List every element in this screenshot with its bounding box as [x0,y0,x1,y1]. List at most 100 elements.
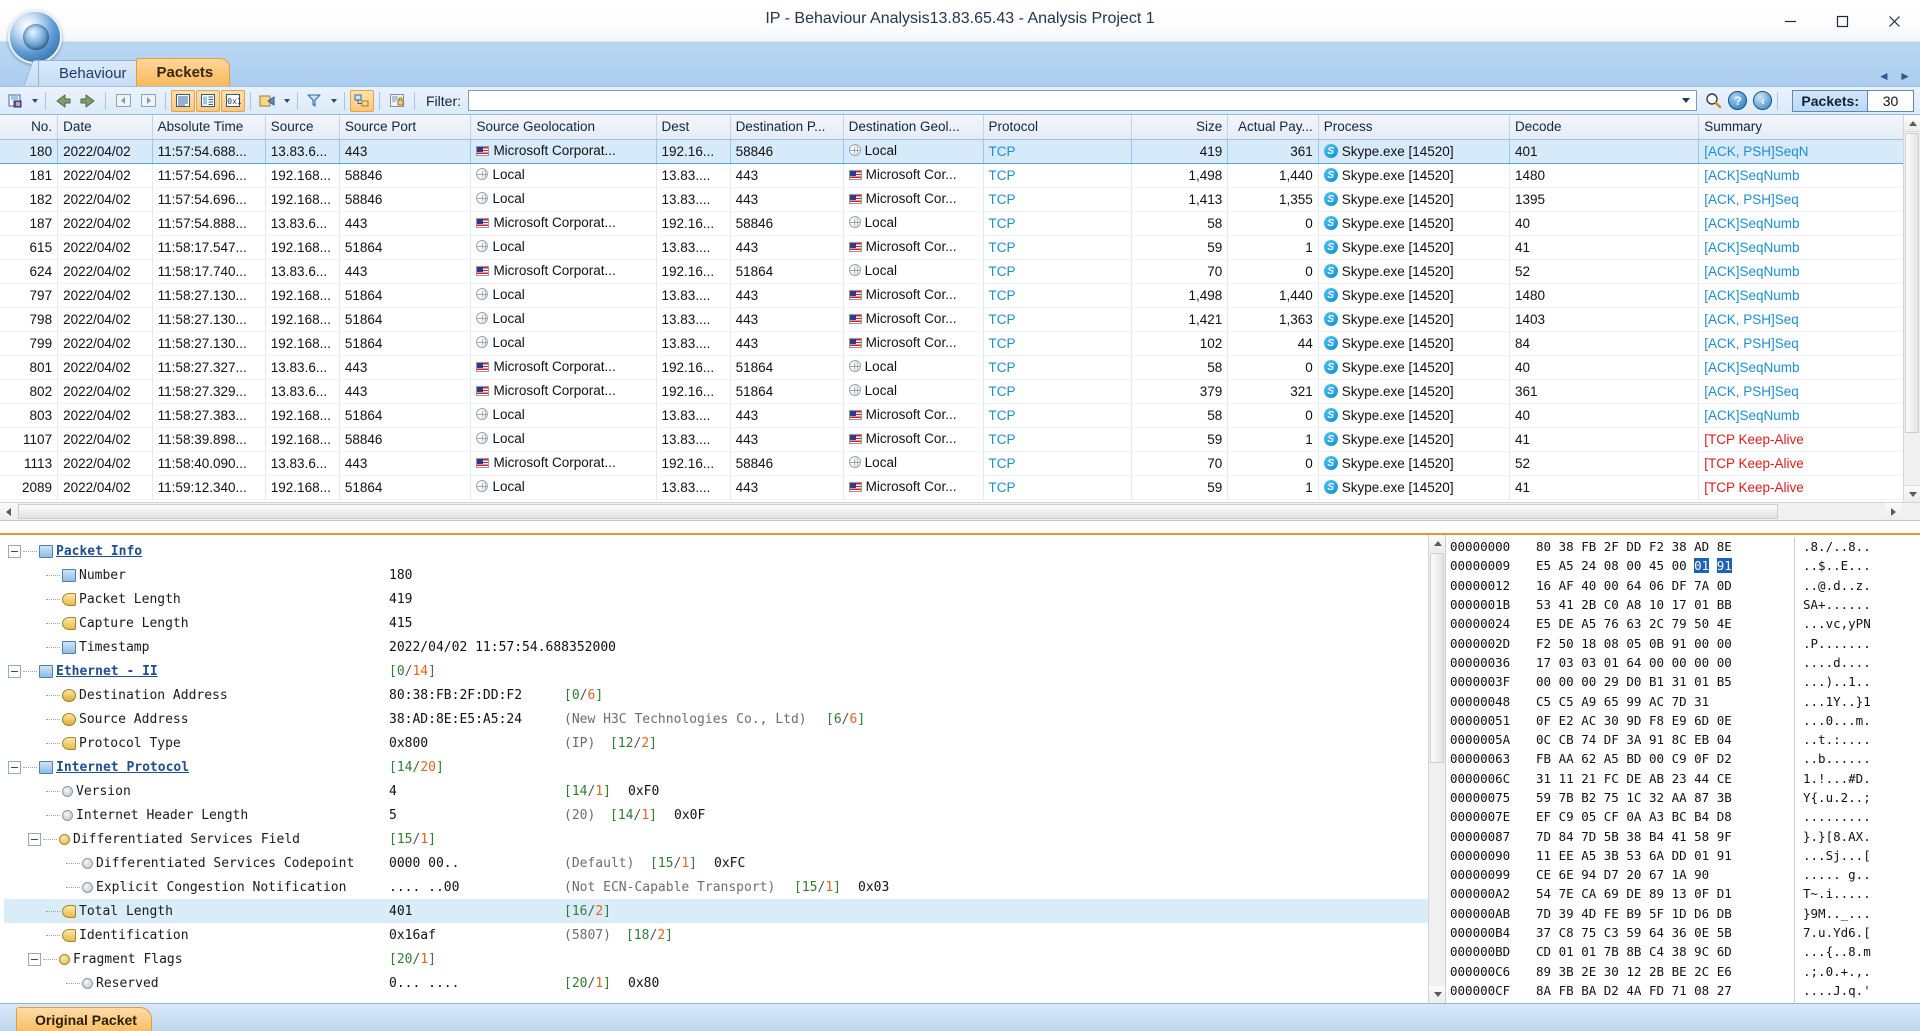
hex-dump-row[interactable]: 000000AB 7D 39 4D FE B9 5F 1D D6 DB}9M.._… [1446,903,1920,923]
detail-tree-node[interactable]: Internet Header Length 5 (20) [14/1] 0x0F [4,803,1445,827]
previous-packet-icon[interactable] [51,90,75,112]
detail-tree-node[interactable]: − Ethernet - II [0/14] [4,659,1445,683]
hex-dump-row[interactable]: 00000012 16 AF 40 00 64 06 DF 7A 0D ..@.d.… [1446,575,1920,595]
filter-dropdown-caret-icon[interactable] [1678,91,1694,110]
table-row[interactable]: 797 2022/04/02 11:58:27.130... 192.168... 51… [0,283,1905,308]
list-view-icon[interactable] [171,89,195,112]
filter-icon[interactable] [303,90,327,112]
detail-tree-node[interactable]: Number 180 [4,563,1445,587]
tab-behaviour[interactable]: Behaviour [38,60,144,86]
table-row[interactable]: 2089 2022/04/02 11:59:12.340... 192.168... 5… [0,475,1905,500]
table-row[interactable]: 1107 2022/04/02 11:58:39.898... 192.168... 5… [0,427,1905,452]
detail-scroll-down-arrow-icon[interactable] [1429,986,1445,1003]
hex-dump-row[interactable]: 000000CF 8A FB BA D2 4A FD 71 08 27 ....J.… [1446,980,1920,1001]
detail-tree-node[interactable]: Source Address 38:AD:8E:E5:A5:24 (New H3C … [4,707,1445,731]
horizontal-scroll-thumb[interactable] [18,504,1778,519]
scroll-left-arrow-icon[interactable] [0,503,17,520]
filter-dropdown-caret-icon[interactable] [328,90,339,112]
detail-tree-node[interactable]: Version 4 [14/1] 0xF0 [4,779,1445,803]
table-row[interactable]: 798 2022/04/02 11:58:27.130... 192.168... 51… [0,307,1905,332]
save-dropdown-caret-icon[interactable] [29,90,40,112]
table-row[interactable]: 181 2022/04/02 11:57:54.696... 192.168... 58… [0,163,1905,188]
export-dropdown-caret-icon[interactable] [281,90,292,112]
detail-tree-node[interactable]: Protocol Type 0x800 (IP) [12/2] [4,731,1445,755]
hex-dump-row[interactable]: 00000051 0F E2 AC 30 9D F8 E9 6D 0E ...0..… [1446,710,1920,730]
vertical-scroll-thumb[interactable] [1905,133,1919,433]
hex-dump-row[interactable]: 00000036 17 03 03 01 64 00 00 00 00 ....d.… [1446,652,1920,673]
search-icon[interactable] [1704,92,1722,110]
hex-dump-row[interactable]: 00000009 E5 A5 24 08 00 45 00 01 91 ..$..E… [1446,556,1920,576]
column-header-sport[interactable]: Source Port [339,115,472,140]
help-icon[interactable]: ? [1728,91,1748,110]
collapse-toggle-icon[interactable]: − [8,544,21,558]
detail-tree-node[interactable]: Reserved 0... .... [20/1] 0x80 [4,971,1445,995]
table-row[interactable]: 180 2022/04/02 11:57:54.688... 13.83.6... 44… [0,138,1905,164]
detail-tree-node[interactable]: Packet Length 419 [4,587,1445,611]
column-header-payload[interactable]: Actual Pay... [1227,115,1319,140]
detail-tree-node[interactable]: Capture Length 415 [4,611,1445,635]
hex-dump-row[interactable]: 000000C6 89 3B 2E 30 12 2B BE 2C E6 .;.0.+… [1446,961,1920,981]
hex-dump-row[interactable]: 0000003F 00 00 00 29 D0 B1 31 01 B5...)..… [1446,672,1920,692]
collapse-toggle-icon[interactable]: − [28,952,41,966]
tree-layout-icon[interactable] [350,89,374,112]
hex-dump-row[interactable]: 00000024 E5 DE A5 76 63 2C 79 50 4E ...vc,… [1446,614,1920,634]
column-header-decode[interactable]: Decode [1509,115,1700,140]
hex-dump-row[interactable]: 00000087 7D 84 7D 5B 38 B4 41 58 9F}.}[8.… [1446,826,1920,846]
table-row[interactable]: 1113 2022/04/02 11:58:40.090... 13.83.6... 4… [0,451,1905,476]
hex-dump-row[interactable]: 00000075 59 7B B2 75 1C 32 AA 87 3B Y{.u.2… [1446,787,1920,808]
table-row[interactable]: 182 2022/04/02 11:57:54.696... 192.168... 58… [0,187,1905,212]
lock-icon[interactable] [385,90,409,112]
detail-tree-node[interactable]: Differentiated Services Codepoint 0000 00… [4,851,1445,875]
save-packets-icon[interactable] [4,90,28,112]
column-header-abstime[interactable]: Absolute Time [152,115,266,140]
detail-view-icon[interactable] [196,89,220,112]
filter-input[interactable] [469,91,1697,110]
hex-dump-row[interactable]: 00000063 FB AA 62 A5 BD 00 C9 0F D2 ..b...… [1446,749,1920,769]
detail-vertical-scrollbar[interactable] [1428,535,1445,1003]
collapse-toggle-icon[interactable]: − [28,832,41,846]
detail-scroll-thumb[interactable] [1430,553,1444,763]
table-row[interactable]: 615 2022/04/02 11:58:17.547... 192.168... 51… [0,235,1905,260]
detail-scroll-up-arrow-icon[interactable] [1429,535,1445,552]
next-packet-icon[interactable] [76,90,100,112]
collapse-toggle-icon[interactable]: − [8,664,21,678]
table-row[interactable]: 801 2022/04/02 11:58:27.327... 13.83.6... 44… [0,355,1905,380]
detail-tree-node[interactable]: − Fragment Flags [20/1] [4,947,1445,971]
maximize-button[interactable] [1816,0,1868,42]
hex-view-icon[interactable]: 0x1 [221,89,245,112]
column-header-summary[interactable]: Summary [1698,115,1905,140]
scroll-up-arrow-icon[interactable] [1904,115,1920,132]
hex-dump-row[interactable]: 000000B4 37 C8 75 C3 59 64 36 0E 5B 7.u.Yd… [1446,922,1920,943]
hex-dump-row[interactable]: 000000A2 54 7E CA 69 DE 89 13 0F D1 T~.i..… [1446,884,1920,904]
export-icon[interactable] [256,90,280,112]
hex-dump-row[interactable]: 0000002D F2 50 18 08 05 0B 91 00 00 .P....… [1446,633,1920,653]
detail-tree-node[interactable]: − Internet Protocol [14/20] [4,755,1445,779]
hex-dump-row[interactable]: 0000007E EF C9 05 CF 0A A3 BC B4 D8......… [1446,807,1920,827]
close-button[interactable] [1868,0,1920,42]
column-header-no[interactable]: No. [0,115,59,140]
detail-tree-node[interactable]: Timestamp 2022/04/02 11:57:54.688352000 [4,635,1445,659]
scroll-down-arrow-icon[interactable] [1904,485,1920,502]
hex-dump-row[interactable]: 0000005A 0C CB 74 DF 3A 91 8C EB 04 ..t.:.… [1446,729,1920,750]
column-header-dport[interactable]: Destination P... [730,115,844,140]
hex-dump-row[interactable]: 0000006C 31 11 21 FC DE AB 23 44 CE 1.!...… [1446,768,1920,788]
status-tab-original-packet[interactable]: Original Packet [16,1007,152,1031]
packet-list-vertical-scrollbar[interactable] [1903,115,1920,502]
tab-scroll-arrows[interactable]: ◄ ► [1878,69,1914,83]
column-header-process[interactable]: Process [1318,115,1511,140]
collapse-toggle-icon[interactable]: − [8,760,21,774]
hex-dump-row[interactable]: 00000090 11 EE A5 3B 53 6A DD 01 91 ...Sj.… [1446,845,1920,866]
column-header-dest[interactable]: Dest [656,115,731,140]
hex-dump-row[interactable]: 00000000 80 38 FB 2F DD F2 38 AD 8E .8./..… [1446,537,1920,557]
column-header-source[interactable]: Source [265,115,340,140]
table-row[interactable]: 624 2022/04/02 11:58:17.740... 13.83.6... 44… [0,259,1905,284]
detail-tree-node[interactable]: Explicit Congestion Notification .... ..0… [4,875,1445,899]
scroll-right-arrow-icon[interactable] [1885,503,1902,520]
column-header-protocol[interactable]: Protocol [983,115,1132,140]
column-header-dgeo[interactable]: Destination Geol... [843,115,984,140]
hex-dump-row[interactable]: 0000001B 53 41 2B C0 A8 10 17 01 BB SA+...… [1446,594,1920,615]
hex-dump-row[interactable]: 000000BD CD 01 01 7B 8B C4 38 9C 6D ...{..… [1446,942,1920,962]
table-row[interactable]: 802 2022/04/02 11:58:27.329... 13.83.6... 44… [0,379,1905,404]
filter-box[interactable] [468,90,1698,111]
packet-list-horizontal-scrollbar[interactable] [0,502,1920,520]
